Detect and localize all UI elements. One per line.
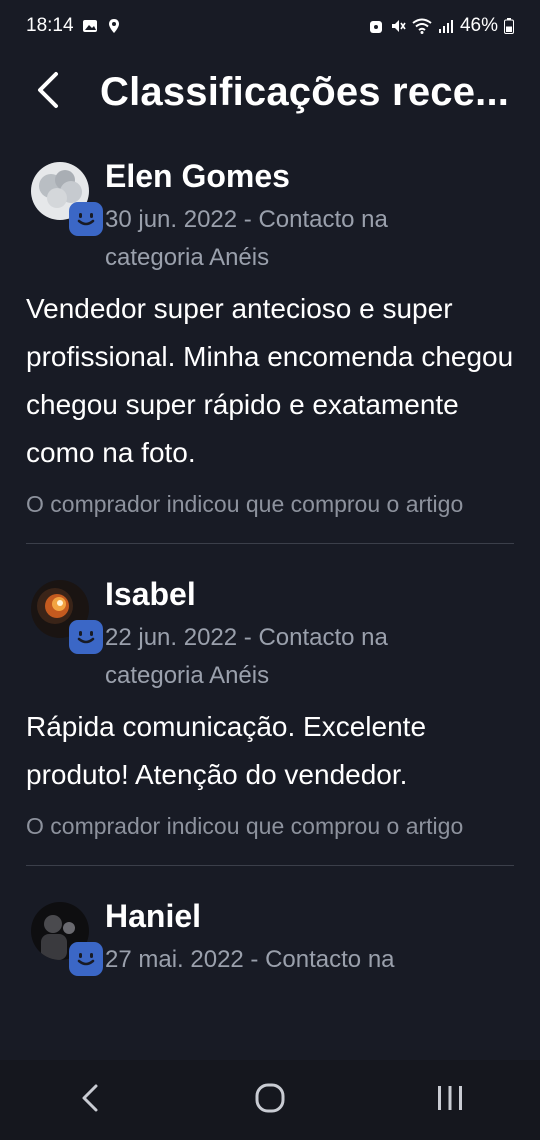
- home-icon: [254, 1082, 286, 1119]
- nav-recents-button[interactable]: [410, 1060, 490, 1140]
- reviewer-name[interactable]: Isabel: [105, 576, 465, 613]
- battery-percent: 46%: [459, 15, 498, 36]
- page-title: Classificações rece...: [100, 69, 510, 114]
- wifi-icon: [412, 18, 432, 34]
- avatar[interactable]: [31, 162, 103, 236]
- review-meta: Isabel 22 jun. 2022 - Contacto na catego…: [105, 572, 465, 695]
- review-header: Isabel 22 jun. 2022 - Contacto na catego…: [26, 572, 514, 695]
- mute-icon: [390, 18, 406, 34]
- review-item: Elen Gomes 30 jun. 2022 - Contacto na ca…: [0, 146, 540, 523]
- avatar[interactable]: [31, 902, 103, 976]
- status-left: 18:14: [26, 15, 122, 37]
- review-date-category: 30 jun. 2022 - Contacto na categoria Ané…: [105, 206, 388, 271]
- review-header: Elen Gomes 30 jun. 2022 - Contacto na ca…: [26, 154, 514, 277]
- battery-icon: [504, 18, 514, 34]
- status-right: 46%: [368, 15, 514, 37]
- purchase-note: O comprador indicou que comprou o artigo: [26, 813, 464, 839]
- review-item: Isabel 22 jun. 2022 - Contacto na catego…: [0, 544, 540, 845]
- purchase-note: O comprador indicou que comprou o artigo: [26, 491, 464, 517]
- chevron-left-icon: [80, 1083, 100, 1118]
- recents-icon: [435, 1084, 465, 1117]
- nav-home-button[interactable]: [230, 1060, 310, 1140]
- review-comment: Rápida comunicação. Excelente produto! A…: [26, 711, 427, 790]
- avatar[interactable]: [31, 580, 103, 654]
- review-meta: Elen Gomes 30 jun. 2022 - Contacto na ca…: [105, 154, 465, 277]
- status-bar: 18:14 46%: [0, 0, 540, 52]
- nav-back-button[interactable]: [50, 1060, 130, 1140]
- lock-icon: [368, 18, 384, 34]
- review-date-category: 27 mai. 2022 - Contacto na: [105, 946, 395, 973]
- review-date-category: 22 jun. 2022 - Contacto na categoria Ané…: [105, 624, 388, 689]
- review-item: Haniel 27 mai. 2022 - Contacto na: [0, 866, 540, 979]
- smiley-badge-icon: [69, 620, 103, 654]
- review-meta: Haniel 27 mai. 2022 - Contacto na: [105, 894, 505, 979]
- smiley-badge-icon: [69, 202, 103, 236]
- smiley-badge-icon: [69, 942, 103, 976]
- system-nav-bar: [0, 1060, 540, 1140]
- reviewer-name[interactable]: Elen Gomes: [105, 158, 465, 195]
- arrow-left-icon: [34, 70, 62, 115]
- back-button[interactable]: [8, 52, 88, 132]
- review-header: Haniel 27 mai. 2022 - Contacto na: [26, 894, 514, 979]
- screen: 18:14 46% Classificações rece... Elen Go…: [0, 0, 540, 1140]
- signal-icon: [438, 18, 454, 34]
- reviewer-name[interactable]: Haniel: [105, 898, 505, 935]
- header: Classificações rece...: [0, 52, 540, 132]
- image-icon: [82, 18, 98, 34]
- review-comment: Vendedor super antecioso e super profiss…: [26, 293, 514, 468]
- location-icon: [106, 18, 122, 34]
- review-list[interactable]: Elen Gomes 30 jun. 2022 - Contacto na ca…: [0, 146, 540, 1058]
- status-time: 18:14: [26, 15, 74, 36]
